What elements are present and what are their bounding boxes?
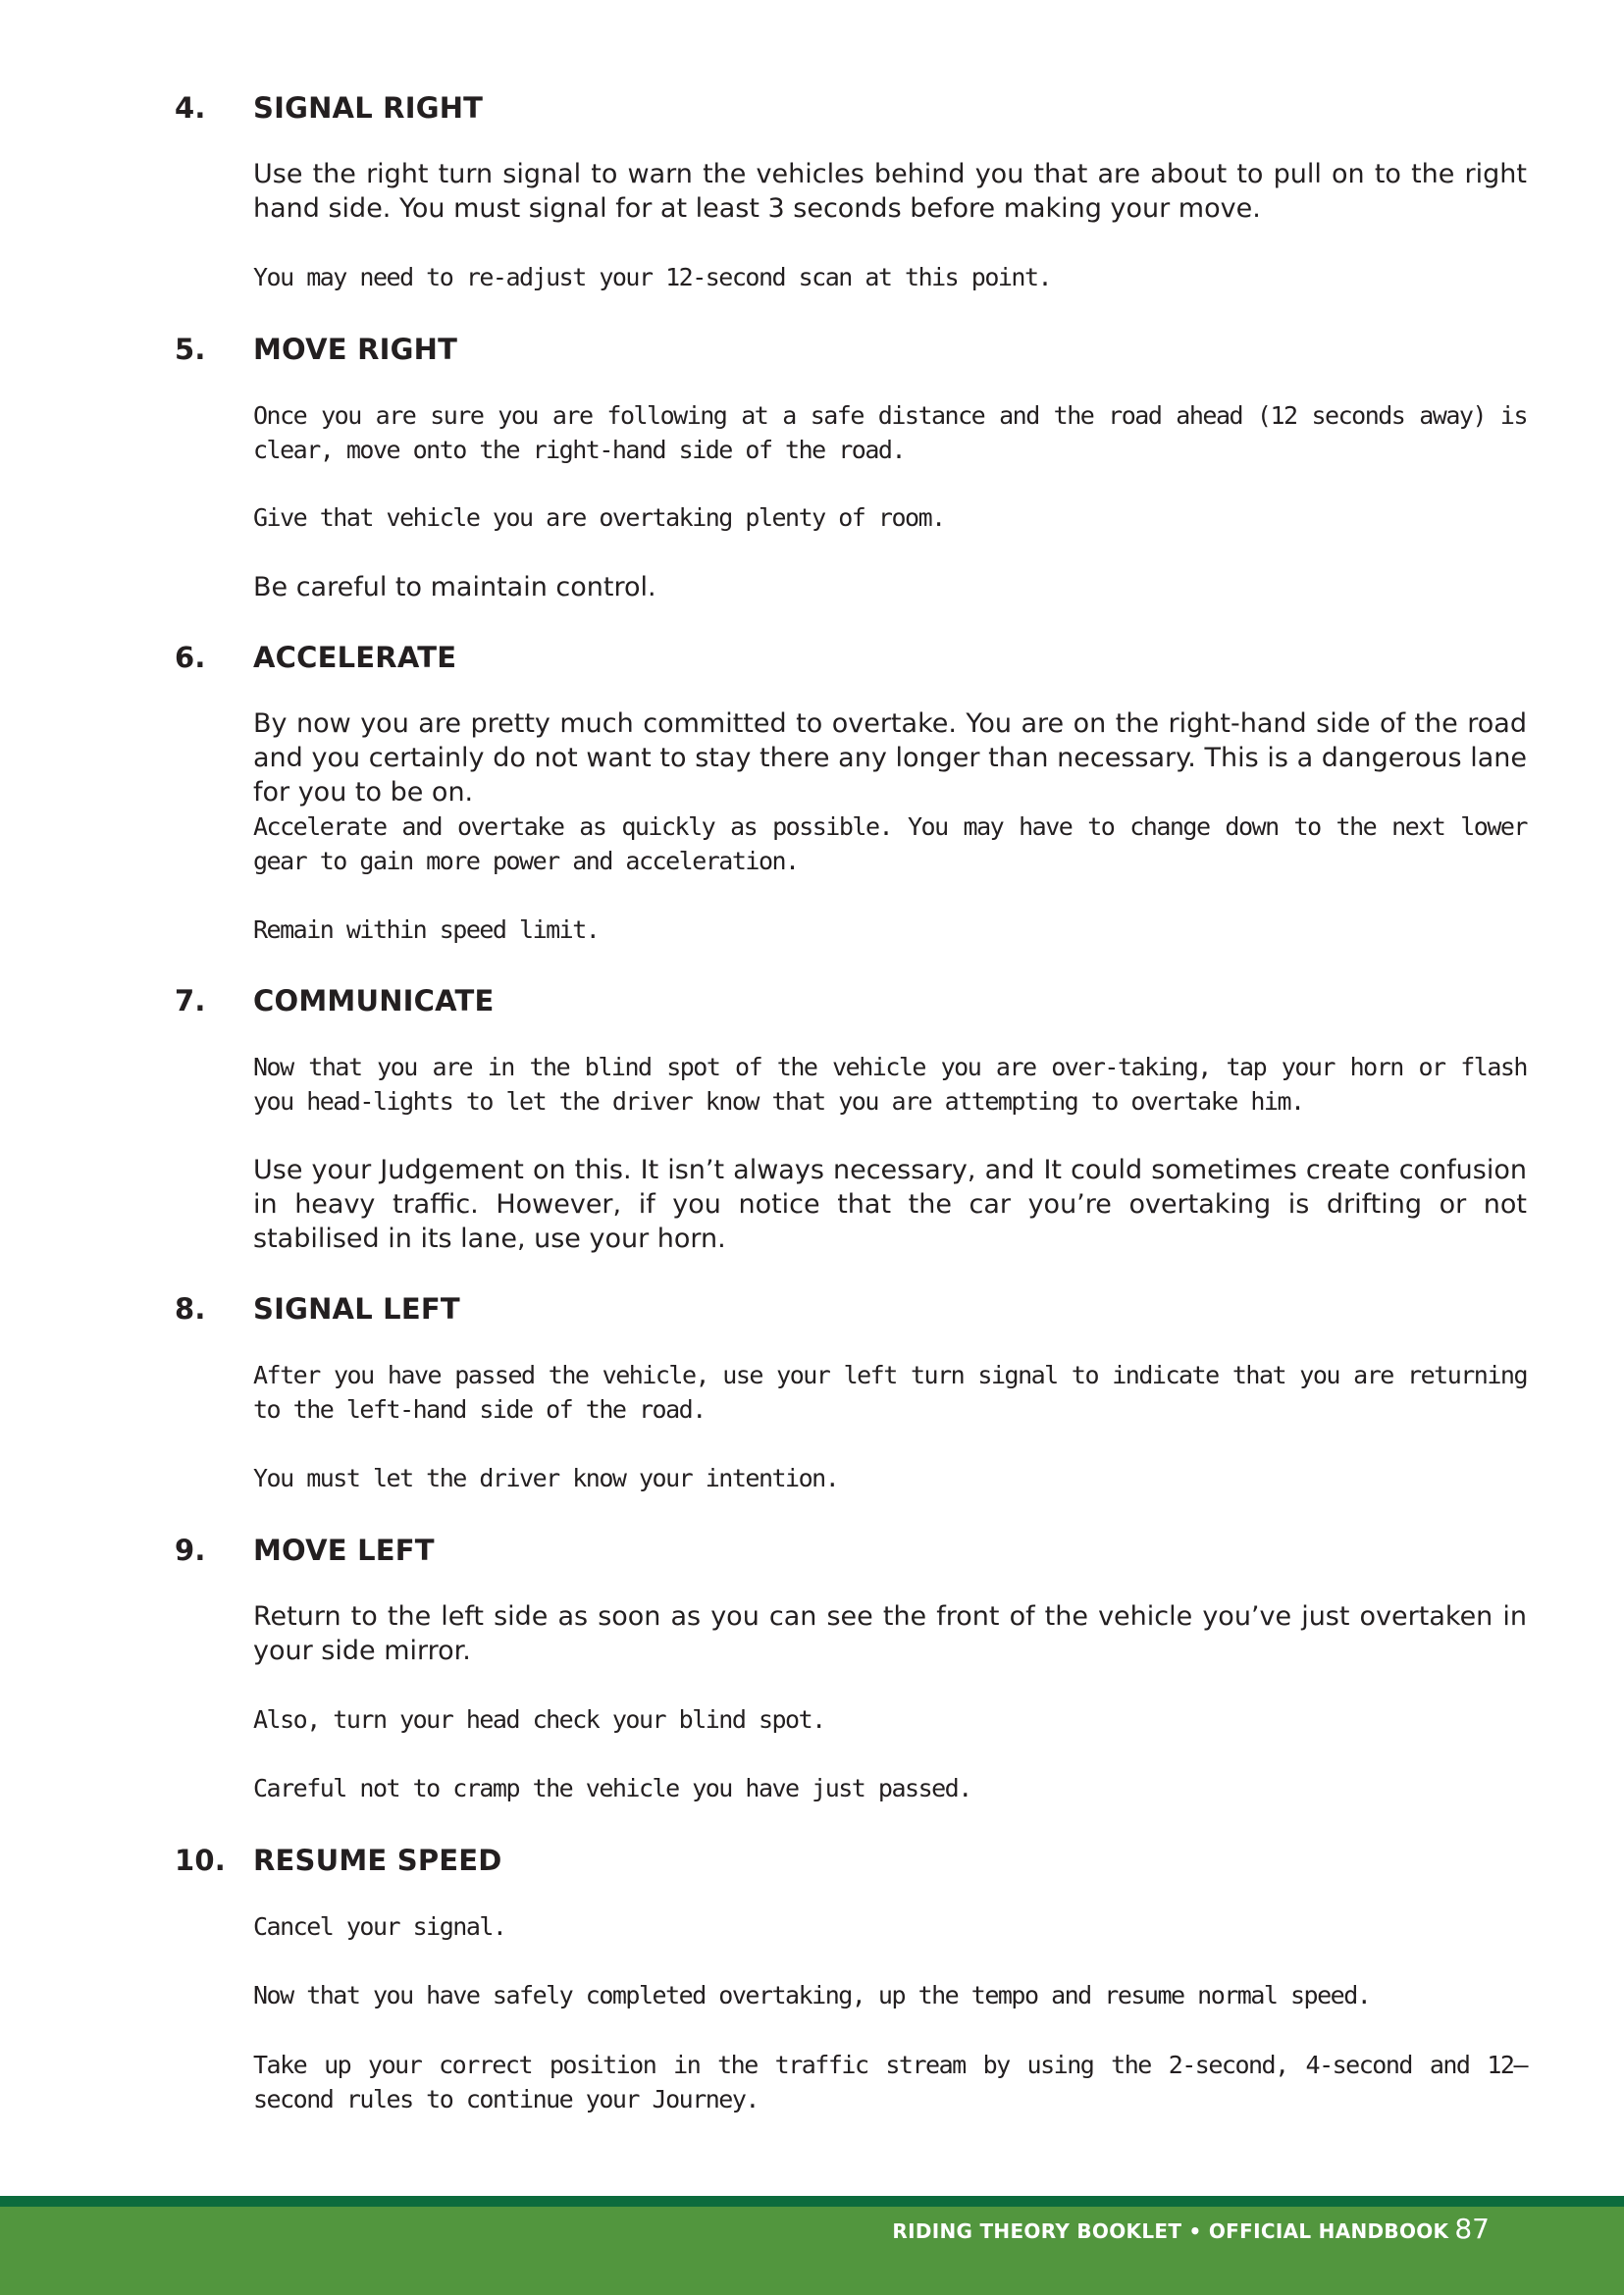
paragraph: Return to the left side as soon as you c… [253,1601,1527,1666]
paragraph: Use the right turn signal to warn the ve… [253,159,1527,224]
page-footer: RIDING THEORY BOOKLET • OFFICIAL HANDBOO… [0,2196,1624,2295]
section-number: 9. [175,1534,206,1567]
footer-caption: RIDING THEORY BOOKLET • OFFICIAL HANDBOO… [892,2212,1490,2247]
paragraph: You may need to re-adjust your 12-second… [253,263,1053,291]
section-number: 7. [175,984,206,1017]
paragraph: Accelerate and overtake as quickly as po… [253,812,1529,875]
paragraph: Give that vehicle you are overtaking ple… [253,503,946,532]
paragraph: Also, turn your head check your blind sp… [253,1705,826,1734]
section-title: MOVE RIGHT [253,333,458,366]
paragraph: Take up your correct position in the tra… [253,2051,1529,2113]
section-heading: 4. SIGNAL RIGHT [175,88,483,128]
paragraph: Careful not to cramp the vehicle you hav… [253,1774,972,1802]
paragraph: Use your Judgement on this. It isn’t alw… [253,1155,1527,1254]
paragraph: Remain within speed limit. [253,915,601,944]
paragraph: Cancel your signal. [253,1912,507,1941]
paragraph: After you have passed the vehicle, use y… [253,1361,1529,1424]
paragraph: By now you are pretty much committed to … [253,708,1527,808]
section-number: 5. [175,333,206,366]
section-heading: 6. ACCELERATE [175,638,456,677]
section-heading: 10. RESUME SPEED [175,1841,502,1880]
section-number: 4. [175,91,206,125]
paragraph: Now that you have safely completed overt… [253,1981,1372,2009]
section-heading: 5. MOVE RIGHT [175,330,457,369]
section-number: 10. [175,1844,226,1877]
section-title: ACCELERATE [253,641,457,674]
footer-rule [0,2196,1624,2207]
section-number: 6. [175,641,206,674]
section-heading: 7. COMMUNICATE [175,981,495,1020]
section-heading: 8. SIGNAL LEFT [175,1289,460,1329]
paragraph: You must let the driver know your intent… [253,1464,840,1492]
page-number: 87 [1454,2213,1490,2245]
section-title: MOVE LEFT [253,1534,435,1567]
paragraph: Once you are sure you are following at a… [253,401,1529,464]
section-title: COMMUNICATE [253,984,495,1017]
paragraph: Be careful to maintain control. [253,572,656,602]
section-heading: 9. MOVE LEFT [175,1531,435,1570]
footer-title: RIDING THEORY BOOKLET • OFFICIAL HANDBOO… [892,2219,1449,2243]
section-title: SIGNAL RIGHT [253,91,484,125]
section-title: RESUME SPEED [253,1844,502,1877]
paragraph: Now that you are in the blind spot of th… [253,1053,1529,1116]
section-number: 8. [175,1292,206,1326]
section-title: SIGNAL LEFT [253,1292,460,1326]
